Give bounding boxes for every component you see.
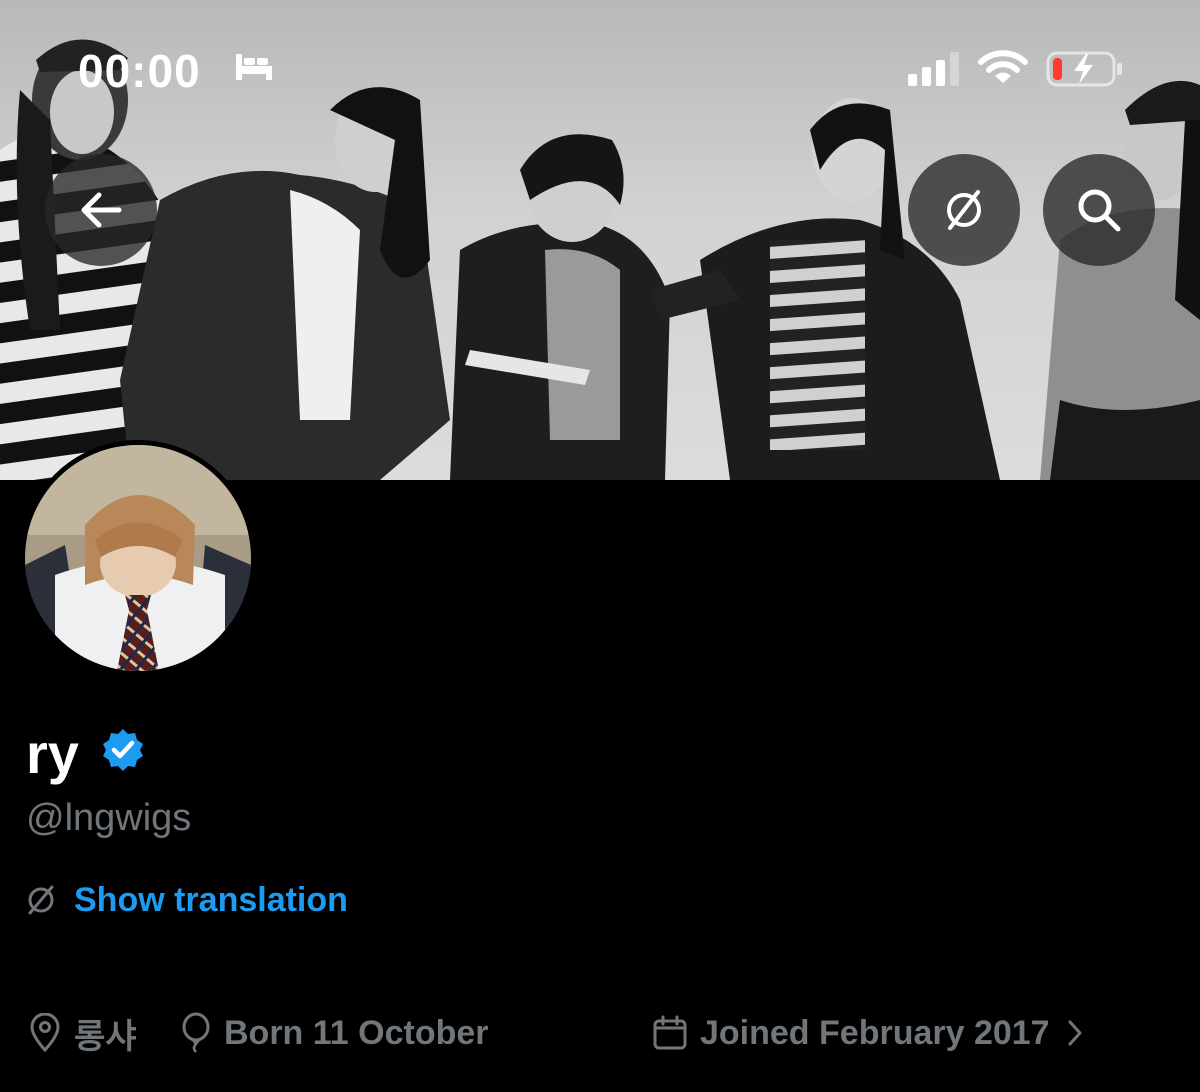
verified-badge-icon[interactable] <box>100 727 146 773</box>
chevron-right-icon <box>1068 1020 1082 1046</box>
arrow-left-icon <box>81 192 122 228</box>
bed-icon <box>236 54 272 80</box>
translate-icon <box>28 885 54 915</box>
wifi-icon <box>978 50 1028 83</box>
joined-date[interactable]: Joined February 2017 <box>652 1010 1096 1056</box>
username-handle: @lngwigs <box>26 797 192 839</box>
back-button[interactable] <box>45 154 157 266</box>
location: 롱샤 <box>28 1010 137 1056</box>
location-pin-icon <box>30 1013 60 1053</box>
show-translation-link[interactable]: Show translation <box>74 881 348 920</box>
location-text: 롱샤 <box>74 1017 137 1056</box>
balloon-icon <box>182 1012 210 1053</box>
battery-charging-icon <box>1046 51 1122 87</box>
joined-text: Joined February 2017 <box>700 1013 1050 1052</box>
display-name: ry <box>26 722 79 785</box>
status-time: 00:00 <box>78 45 201 97</box>
avatar[interactable] <box>20 440 256 676</box>
birthday-text: Born 11 October <box>224 1013 489 1052</box>
translate-button[interactable] <box>908 154 1020 266</box>
signal-icon <box>908 52 959 86</box>
translate-icon <box>947 190 981 230</box>
avatar-photo <box>25 445 251 671</box>
show-translation-row[interactable]: Show translation <box>24 878 348 922</box>
search-icon <box>1078 189 1121 232</box>
search-button[interactable] <box>1043 154 1155 266</box>
calendar-icon <box>653 1015 687 1050</box>
profile-meta: 롱샤 Born 11 October Joined February 2017 <box>24 1010 1184 1056</box>
birthday: Born 11 October <box>180 1010 489 1056</box>
